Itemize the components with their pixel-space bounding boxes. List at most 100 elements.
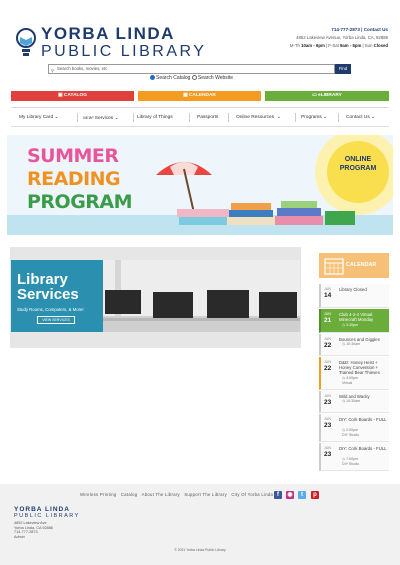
page: YORBA LINDA PUBLIC LIBRARY 714-777-2873 … [0,0,400,565]
online-program-label: ONLINE PROGRAM [333,155,383,173]
calendar-event[interactable]: JUN 22 D&D: Honey Heist + Honey Conventi… [319,357,389,390]
radio-label-catalog: Search Catalog [156,75,191,81]
library-services-image[interactable]: Library Services Study Rooms, Computers,… [11,260,300,332]
calendar-header[interactable]: CALENDAR [319,253,389,278]
calendar-event[interactable]: JUN 21 Club 4-2-4 Virtual Minecraft Mond… [319,309,389,333]
clock-icon: ◷ [342,323,346,327]
header-address: 4852 Lakeview Avenue, Yorba Linda, CA, 9… [296,35,388,40]
event-month: JUN [324,394,331,398]
event-place: Virtual [342,381,353,385]
nav-passports[interactable]: Passports [197,108,218,127]
nav-label: Library of Things [137,115,173,120]
clock-icon: ◷ [342,428,346,432]
main-nav: My Library Card ⌄ NEW! Services ⌄ Librar… [11,107,389,127]
nav-divider [133,113,134,122]
header-contact: 714-777-2873 | Contact Us 4852 Lakeview … [218,26,388,50]
view-services-button[interactable]: VIEW SERVICES [37,316,75,324]
instagram-icon[interactable]: ◉ [286,491,294,499]
lightbulb-book-icon [16,28,36,56]
nav-label: Programs [301,115,322,120]
search-input[interactable]: ⚲ Search books, movies, etc [48,64,335,74]
logo-line-2: PUBLIC LIBRARY [41,43,207,60]
catalog-button-label: CATALOG [63,93,87,98]
calendar-event[interactable]: JUN 14 Library Closed [319,284,389,308]
elibrary-button[interactable]: ▭ eLIBRARY [265,91,389,101]
online-label: ONLINE [344,156,372,163]
book-stack-icon [177,201,355,225]
pinterest-icon[interactable]: p [311,491,319,499]
nav-label: Services [94,116,114,121]
twitter-icon[interactable]: t [298,491,306,499]
calendar-event[interactable]: JUN 23 Wild and Wacky ◷ 10:30am [319,391,389,413]
calendar-event[interactable]: JUN 23 DIY: Cork Boards - FULL ◷ 2:00pm … [319,414,389,442]
footer-link-support[interactable]: Support The Library [184,492,227,497]
services-title-1: Library [17,271,68,288]
calendar-event[interactable]: JUN 22 Bounces and Giggles ◷ 10:30am [319,334,389,356]
clock-icon: ◷ [342,342,346,346]
nav-divider [77,113,78,122]
event-day: 23 [324,451,332,458]
event-time-value: 2:00pm [346,428,359,432]
event-month: JUN [324,360,331,364]
event-month: JUN [324,337,331,341]
event-day: 23 [324,422,332,429]
header-hours: M-Th 10am - 6pm | F-Sat 9am - 5pm | Sun … [218,42,388,50]
nav-library-of-things[interactable]: Library of Things [137,108,173,127]
footer-logo[interactable]: YORBA LINDA PUBLIC LIBRARY [14,506,80,519]
summer-reading-banner[interactable]: ONLINE PROGRAM SUMMER READING PROGRAM [7,135,393,235]
calendar-button[interactable]: ▦ CALENDAR [138,91,261,101]
services-subtitle: Study Rooms, Computers, & More! [17,307,84,312]
nav-divider [338,113,339,122]
radio-search-website[interactable] [191,75,197,81]
event-time-value: 3:30pm [346,323,359,327]
footer-link-city[interactable]: City Of Yorba Linda [231,492,273,497]
event-time-value: 4:00pm [346,376,359,380]
calendar-event[interactable]: JUN 23 DIY: Cork Boards - FULL ◷ 7:00pm … [319,443,389,471]
footer-address: 4852 Lakeview Ave Yorba Linda, CA 92886 … [14,521,53,539]
event-day: 14 [324,292,332,299]
footer-link-wireless-printing[interactable]: Wireless Printing [80,492,117,497]
footer-logo-line-1: YORBA LINDA [14,506,70,513]
search-icon: ⚲ [51,68,54,73]
event-time: ◷ 7:00pm [342,457,358,462]
radio-search-catalog[interactable] [150,75,155,81]
event-title: Club 4-2-4 Virtual Minecraft Monday [339,312,374,322]
hours-label-fri: | F-Sat [326,43,339,48]
banner-line-2: READING [27,168,121,190]
event-time: ◷ 2:00pm [342,428,358,433]
phone-contact-link[interactable]: 714-777-2873 | Contact Us [218,26,388,34]
event-day: 22 [324,342,332,349]
nav-my-library-card[interactable]: My Library Card ⌄ [19,108,58,127]
hours-sunday: Closed [373,43,388,48]
services-overlay: Library Services Study Rooms, Computers,… [11,260,103,332]
calendar-sidebar: CALENDAR JUN 14 Library Closed JUN 21 Cl… [319,253,389,471]
facebook-icon[interactable]: f [274,491,282,499]
calendar-title: CALENDAR [346,262,377,268]
footer-link-catalog[interactable]: Catalog [121,492,138,497]
nav-divider [295,113,296,122]
hours-label: M-Th [289,43,300,48]
nav-services[interactable]: NEW! Services ⌄ [83,108,119,127]
nav-online-resources[interactable]: Online Resources ⌄ [236,108,281,127]
event-day: 23 [324,399,332,406]
nav-programs[interactable]: Programs ⌄ [301,108,327,127]
library-logo[interactable]: YORBA LINDA PUBLIC LIBRARY [15,24,204,64]
banner-line-1: SUMMER [27,145,119,167]
catalog-button[interactable]: ▣ CATALOG [11,91,134,101]
event-day: 22 [324,365,332,372]
site-footer: Wireless Printing Catalog About The Libr… [0,484,400,565]
nav-label: Online Resources [236,115,275,120]
event-time: ◷ 3:30pm [342,323,358,328]
nav-contact-us[interactable]: Contact Us ⌄ [346,108,375,127]
hours-weekday: 10am - 6pm [301,43,325,48]
find-button[interactable]: Find [335,64,351,74]
computer-lab-image [103,260,300,332]
event-time: ◷ 10:30am [342,399,360,404]
clock-icon: ◷ [342,457,346,461]
footer-link-about[interactable]: About The Library [142,492,180,497]
event-place: DIY Studio [342,462,360,466]
footer-admin-link[interactable]: Admin [14,535,53,540]
services-title-2: Services [17,286,79,303]
event-title: Library Closed [339,287,367,292]
event-time: ◷ 10:30am [342,342,360,347]
